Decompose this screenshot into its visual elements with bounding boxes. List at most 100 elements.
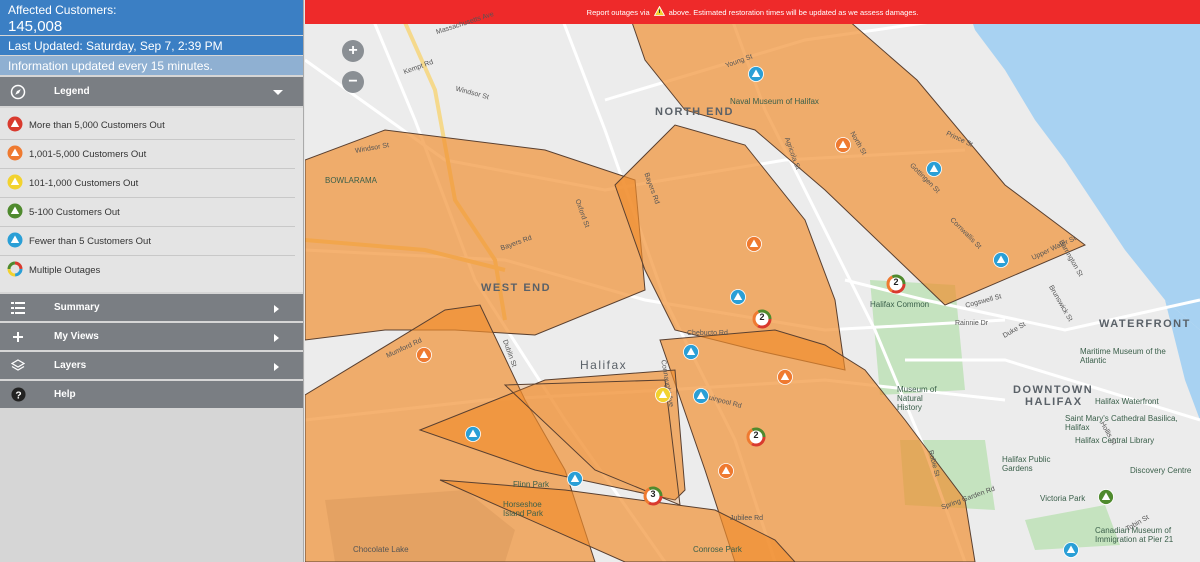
outage-triangle-icon (0, 203, 29, 222)
poi-victoria-park: Victoria Park (1040, 494, 1086, 503)
side-panel: Affected Customers: 145,008 Last Updated… (0, 0, 304, 562)
poi-flinn-park: Flinn Park (513, 480, 550, 489)
chevron-right-icon (274, 363, 279, 371)
poi-halifax-waterfront: Halifax Waterfront (1095, 397, 1159, 406)
multiple-outage-marker[interactable]: 2 (752, 309, 772, 334)
chevron-right-icon (274, 305, 279, 313)
multiple-outage-marker[interactable]: 2 (746, 427, 766, 452)
legend-item: More than 5,000 Customers Out (0, 111, 295, 140)
outage-marker-blue[interactable] (993, 252, 1009, 273)
area-label-downtown: DOWNTOWN (1013, 384, 1094, 396)
outage-count: 2 (893, 277, 899, 287)
legend-title: Legend (54, 86, 90, 97)
menu-layers[interactable]: Layers (0, 352, 303, 381)
outage-marker-blue[interactable] (748, 66, 764, 87)
affected-customers-label: Affected Customers: (8, 3, 117, 17)
affected-customers-header: Affected Customers: 145,008 (0, 0, 303, 35)
outage-marker-orange[interactable] (416, 347, 432, 368)
menu-label: My Views (54, 331, 99, 342)
panel-menu: Summary My Views Layers? Help (0, 294, 303, 410)
svg-text:?: ? (15, 390, 21, 401)
outage-marker-orange[interactable] (746, 236, 762, 257)
outage-triangle-icon (0, 232, 29, 251)
outage-triangle-icon (0, 145, 29, 164)
outage-count: 2 (753, 430, 759, 440)
warning-icon[interactable] (653, 5, 665, 18)
compass-icon (8, 84, 28, 100)
outage-marker-blue[interactable] (730, 289, 746, 310)
poi-discovery-centre: Discovery Centre (1130, 466, 1192, 475)
legend-item: 5-100 Customers Out (0, 198, 295, 227)
multiple-outage-marker[interactable]: 2 (886, 274, 906, 299)
outage-map[interactable]: Report outages via above. Estimated rest… (305, 0, 1200, 562)
outage-marker-orange[interactable] (718, 463, 734, 484)
area-label-waterfront: WATERFRONT (1099, 318, 1191, 330)
list-icon (8, 301, 28, 314)
outage-banner: Report outages via above. Estimated rest… (305, 0, 1200, 24)
poi-natural-history-museum: Museum of Natural History (897, 385, 937, 412)
poi-public-gardens: Halifax Public Gardens (1002, 455, 1051, 473)
banner-text-end: above. Estimated restoration times will … (668, 7, 919, 17)
zoom-in-button[interactable]: + (342, 40, 364, 62)
legend-item-label: 1,001-5,000 Customers Out (29, 148, 147, 160)
multiple-outages-icon (0, 261, 29, 280)
poi-bowlarama: BOWLARAMA (325, 176, 378, 185)
affected-customers-count: 145,008 (8, 18, 63, 35)
street-label: Jubilee Rd (730, 515, 764, 522)
menu-summary[interactable]: Summary (0, 294, 303, 323)
legend-item-label: 101-1,000 Customers Out (29, 177, 139, 189)
menu-help[interactable]: ? Help (0, 381, 303, 410)
legend-list: More than 5,000 Customers Out 1,001-5,000… (0, 108, 303, 294)
outage-marker-blue[interactable] (465, 426, 481, 447)
legend-toggle[interactable]: Legend (0, 77, 303, 108)
poi-conrose-park: Conrose Park (693, 545, 742, 554)
poi-naval-museum: Naval Museum of Halifax (730, 97, 819, 106)
legend-item: Fewer than 5 Customers Out (0, 227, 295, 256)
help-icon: ? (8, 387, 28, 402)
menu-my-views[interactable]: My Views (0, 323, 303, 352)
outage-marker-blue[interactable] (1063, 542, 1079, 562)
banner-text-start: Report outages via (586, 7, 650, 17)
outage-marker-blue[interactable] (567, 471, 583, 492)
multiple-outage-marker[interactable]: 3 (643, 486, 663, 511)
legend-item-label: Multiple Outages (29, 265, 101, 276)
poi-maritime-museum: Maritime Museum of the Atlantic (1080, 347, 1166, 365)
outage-marker-orange[interactable] (777, 369, 793, 390)
outage-count: 3 (650, 489, 656, 499)
layers-icon (8, 358, 28, 373)
area-label-north-end: NORTH END (655, 106, 734, 118)
street-label: Rainnie Dr (955, 320, 989, 327)
poi-st-marys-basilica: Saint Mary's Cathedral Basilica, Halifax (1065, 414, 1178, 432)
outage-marker-blue[interactable] (683, 344, 699, 365)
update-interval-text: Information updated every 15 minutes. (0, 56, 303, 75)
outage-marker-blue[interactable] (926, 161, 942, 182)
outage-marker-yellow[interactable] (655, 387, 671, 408)
area-label-halifax-downtown: HALIFAX (1025, 396, 1083, 408)
legend-item-label: Fewer than 5 Customers Out (29, 235, 151, 247)
legend-item: 1,001-5,000 Customers Out (0, 140, 295, 169)
outage-count: 2 (759, 312, 765, 322)
outage-triangle-icon (0, 174, 29, 193)
chevron-right-icon (274, 334, 279, 342)
zoom-out-button[interactable]: − (342, 71, 364, 93)
poi-horseshoe-island-park: Horseshoe Island Park (503, 500, 544, 518)
legend-item-label: 5-100 Customers Out (29, 206, 120, 218)
outage-marker-blue[interactable] (693, 388, 709, 409)
legend-item: Multiple Outages (0, 256, 295, 285)
menu-label: Summary (54, 302, 100, 313)
outage-marker-green[interactable] (1098, 489, 1114, 510)
street-label: Chebucto Rd (687, 330, 728, 337)
menu-label: Layers (54, 360, 87, 371)
outage-triangle-icon (0, 116, 29, 135)
area-label-west-end: WEST END (481, 282, 552, 294)
outage-marker-orange[interactable] (835, 137, 851, 158)
poi-pier21: Canadian Museum of Immigration at Pier 2… (1095, 526, 1174, 544)
legend-item: 101-1,000 Customers Out (0, 169, 295, 198)
menu-label: Help (54, 389, 76, 400)
legend-item-label: More than 5,000 Customers Out (29, 119, 165, 131)
chevron-down-icon (273, 90, 283, 95)
plus-icon (8, 331, 28, 343)
last-updated-text: Last Updated: Saturday, Sep 7, 2:39 PM (0, 36, 303, 55)
area-label-halifax: Halifax (580, 358, 628, 372)
poi-chocolate-lake: Chocolate Lake (353, 545, 409, 554)
